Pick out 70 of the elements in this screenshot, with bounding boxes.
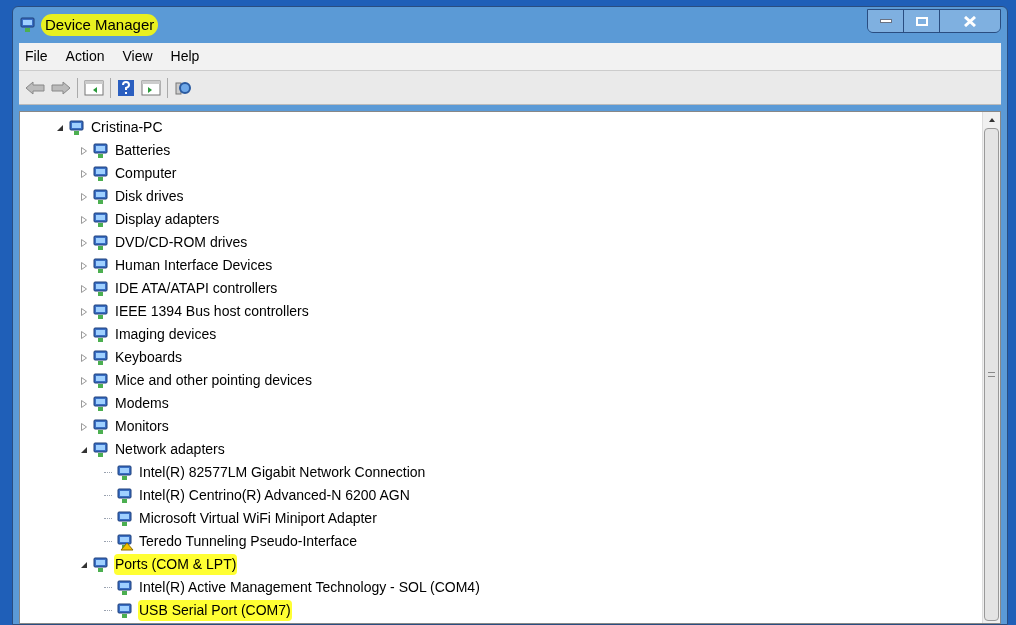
tree-item[interactable]: Cristina-PC [90,117,164,138]
collapse-arrow-icon[interactable] [80,445,88,454]
expand-arrow-icon[interactable] [80,353,88,362]
forward-arrow-icon[interactable] [51,80,71,95]
device-icon [92,164,110,183]
device-icon [92,325,110,344]
tree-item[interactable]: Network adapters [114,439,226,460]
device-icon [92,210,110,229]
tree-item[interactable]: Monitors [114,416,170,437]
menu-item[interactable]: View [122,46,153,67]
tree-item[interactable]: Imaging devices [114,324,218,345]
tree-item[interactable]: Teredo Tunneling Pseudo-Interface [138,531,358,552]
tree-item[interactable]: Disk drives [114,186,185,207]
pane-icon[interactable] [84,79,104,96]
collapse-arrow-icon[interactable] [80,560,88,569]
device-icon [92,371,110,390]
expand-arrow-icon[interactable] [80,376,88,385]
expand-arrow-icon[interactable] [80,238,88,247]
menu-item[interactable]: Action [65,46,105,67]
device-icon [92,555,110,574]
tree-item[interactable]: Display adapters [114,209,221,230]
expand-arrow-icon[interactable] [80,169,88,178]
tree-item[interactable]: Intel(R) Centrino(R) Advanced-N 6200 AGN [138,485,411,506]
device-icon [92,417,110,436]
collapse-arrow-icon[interactable] [56,123,64,132]
pane-icon[interactable] [141,79,161,96]
expand-arrow-icon[interactable] [80,422,88,431]
tree-item[interactable]: Batteries [114,140,172,161]
device-icon [92,440,110,459]
expand-arrow-icon[interactable] [80,399,88,408]
tree-item[interactable]: Intel(R) Active Management Technology - SOL (COM4) [138,577,481,598]
tree-item[interactable]: Keyboards [114,347,183,368]
expand-arrow-icon[interactable] [80,330,88,339]
help-icon[interactable] [117,78,135,97]
expand-arrow-icon[interactable] [80,307,88,316]
expand-arrow-icon[interactable] [80,215,88,224]
close-icon [964,15,976,27]
maximize-button[interactable] [904,10,940,32]
device-icon [68,118,86,137]
tree-item[interactable]: Mice and other pointing devices [114,370,313,391]
device-icon [92,279,110,298]
device-icon [92,233,110,252]
device-icon [92,187,110,206]
expand-arrow-icon[interactable] [80,192,88,201]
device-icon [92,256,110,275]
tree-item[interactable]: DVD/CD-ROM drives [114,232,249,253]
expand-arrow-icon[interactable] [80,284,88,293]
tree-item[interactable]: IEEE 1394 Bus host controllers [114,301,310,322]
tree-item[interactable]: Intel(R) 82577LM Gigabit Network Connection [138,462,427,483]
tree-item[interactable]: USB Serial Port (COM7) [138,600,292,621]
menu-item[interactable]: File [25,46,48,67]
scrollbar-thumb[interactable] [984,128,999,621]
menu-item[interactable]: Help [170,46,200,67]
tree-item[interactable]: Microsoft Virtual WiFi Miniport Adapter [138,508,378,529]
device-icon [92,302,110,321]
device-icon [19,16,37,34]
tree-item[interactable]: Computer [114,163,178,184]
device-icon [92,141,110,160]
expand-arrow-icon[interactable] [80,261,88,270]
tree-item[interactable]: Human Interface Devices [114,255,274,276]
expand-arrow-icon[interactable] [80,146,88,155]
device-icon [92,394,110,413]
scrollbar[interactable] [982,112,1000,623]
minimize-button[interactable] [868,10,904,32]
window-title: Device Manager [41,13,159,37]
device-icon [92,348,110,367]
tree-item[interactable]: Ports (COM & LPT) [114,554,238,575]
back-arrow-icon[interactable] [25,80,45,95]
tree-item[interactable]: IDE ATA/ATAPI controllers [114,278,279,299]
tree-item[interactable]: Modems [114,393,170,414]
